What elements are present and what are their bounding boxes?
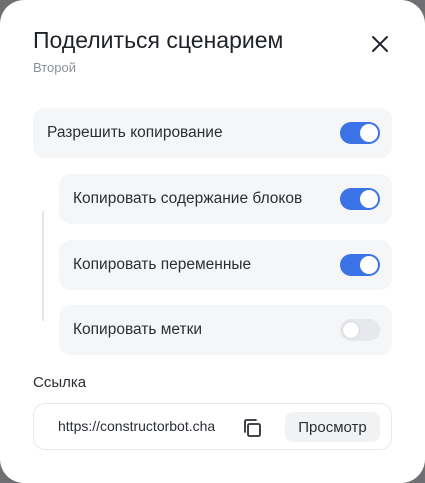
copy-variables-label: Копировать переменные [73, 256, 252, 273]
copy-variables-row: Копировать переменные [59, 240, 392, 290]
toggle-knob [342, 321, 360, 339]
dialog-title: Поделиться сценарием [33, 27, 284, 53]
link-field: https://constructorbot.cha Просмотр [33, 403, 392, 450]
link-label: Ссылка [33, 374, 87, 391]
nested-settings-line [42, 211, 44, 321]
preview-button[interactable]: Просмотр [285, 412, 380, 442]
copy-blocks-label: Копировать содержание блоков [73, 190, 303, 207]
copy-variables-toggle[interactable] [340, 254, 380, 276]
allow-copy-label: Разрешить копирование [47, 124, 223, 141]
close-icon [372, 36, 388, 52]
share-scenario-dialog: Поделиться сценарием Второй Разрешить ко… [0, 0, 425, 483]
copy-icon [244, 419, 261, 437]
allow-copy-toggle[interactable] [340, 122, 380, 144]
toggle-knob [360, 190, 378, 208]
copy-tags-label: Копировать метки [73, 321, 203, 338]
close-button[interactable] [366, 30, 394, 58]
copy-link-button[interactable] [241, 417, 265, 439]
copy-tags-row: Копировать метки [59, 305, 392, 355]
toggle-knob [360, 256, 378, 274]
dialog-subtitle: Второй [33, 60, 76, 75]
copy-blocks-toggle[interactable] [340, 188, 380, 210]
toggle-knob [360, 124, 378, 142]
copy-tags-toggle[interactable] [340, 319, 380, 341]
allow-copy-row: Разрешить копирование [33, 108, 392, 158]
link-url[interactable]: https://constructorbot.cha [58, 418, 228, 434]
copy-blocks-row: Копировать содержание блоков [59, 174, 392, 224]
